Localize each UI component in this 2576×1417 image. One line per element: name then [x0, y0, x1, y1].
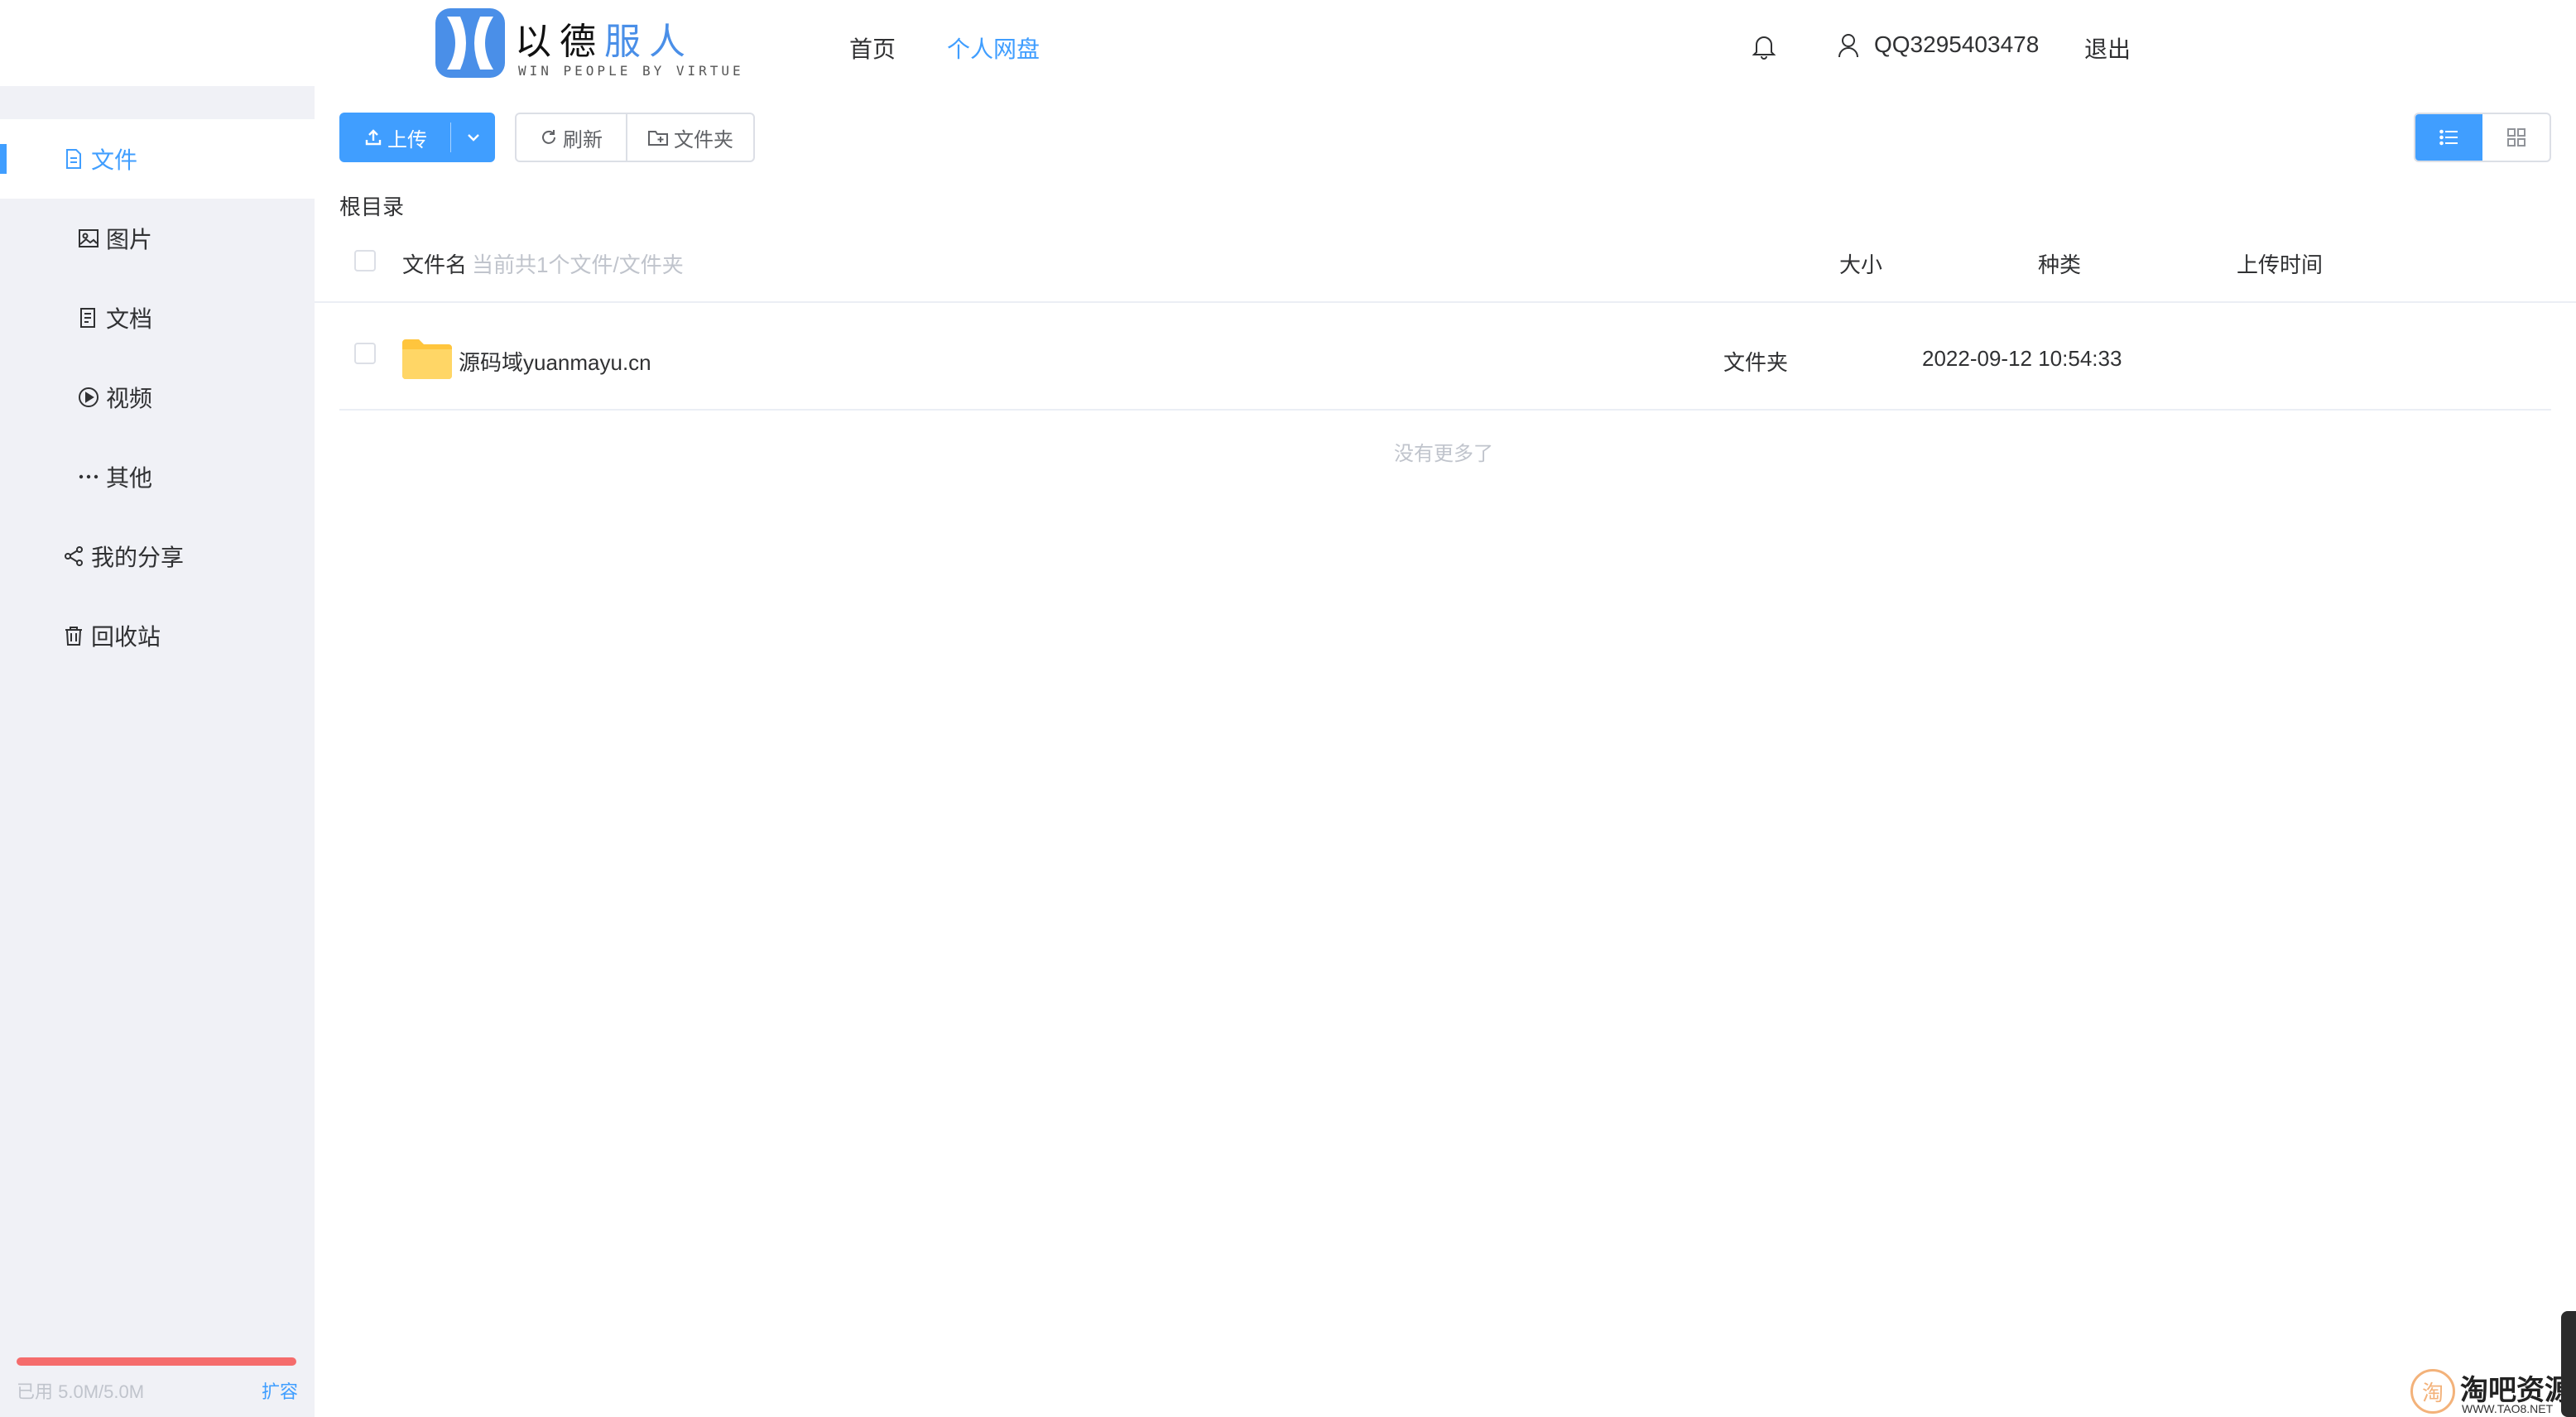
- view-mode-toggle: [2414, 113, 2551, 162]
- new-folder-label: 文件夹: [674, 128, 733, 151]
- column-name-label: 文件名: [402, 252, 468, 277]
- sidebar-item-label: 视频: [106, 386, 153, 411]
- table-header: 文件名 当前共1个文件/文件夹 大小 种类 上传时间: [315, 232, 2576, 303]
- file-count-hint: 当前共1个文件/文件夹: [472, 252, 684, 277]
- no-more-text: 没有更多了: [1394, 443, 1493, 465]
- new-folder-button[interactable]: 文件夹: [627, 114, 753, 161]
- refresh-button[interactable]: 刷新: [517, 114, 627, 161]
- logo-text-en: WIN PEOPLE BY VIRTUE: [518, 63, 744, 79]
- row-file-type: 文件夹: [1723, 350, 1789, 375]
- list-view-button[interactable]: [2415, 114, 2482, 161]
- watermark-url: WWW.TAO8.NET: [2462, 1402, 2554, 1415]
- sidebar-item-documents[interactable]: 文档: [78, 278, 152, 358]
- logo-cn-part2: 服人: [604, 21, 694, 63]
- expand-storage-link[interactable]: 扩容: [262, 1377, 298, 1404]
- file-icon: [66, 149, 81, 169]
- upload-label: 上传: [387, 128, 427, 151]
- grid-icon: [2506, 128, 2526, 147]
- row-upload-time: 2022-09-12 10:54:33: [1922, 346, 2122, 371]
- username[interactable]: QQ3295403478: [1874, 31, 2039, 58]
- row-file-name[interactable]: 源码域yuanmayu.cn: [459, 346, 651, 377]
- upload-button-group: 上传: [339, 113, 495, 162]
- active-indicator: [0, 144, 7, 174]
- sidebar-item-label: 我的分享: [91, 545, 185, 570]
- folder-add-icon: [648, 131, 668, 146]
- sidebar-item-other[interactable]: 其他: [78, 437, 152, 516]
- column-header-name[interactable]: 文件名 当前共1个文件/文件夹: [402, 248, 684, 279]
- user-icon: [1838, 34, 1858, 58]
- share-icon: [65, 546, 83, 566]
- document-icon: [80, 308, 95, 328]
- grid-view-button[interactable]: [2482, 114, 2550, 161]
- column-header-upload-time[interactable]: 上传时间: [2237, 248, 2323, 279]
- logo-mark-icon: [435, 8, 505, 78]
- logo-cn-part1: 以德: [515, 21, 604, 63]
- image-icon: [79, 229, 99, 247]
- more-icon: [79, 474, 99, 479]
- sidebar-item-files[interactable]: 文件: [0, 119, 315, 199]
- top-header: 以德服人 WIN PEOPLE BY VIRTUE 首页 个人网盘 QQ3295…: [0, 0, 2576, 86]
- sidebar-item-label: 回收站: [91, 624, 161, 650]
- upload-dropdown-button[interactable]: [451, 113, 495, 162]
- sidebar: 文件 图片 文档 视频 其他 我的分享 回收站: [0, 86, 315, 1417]
- column-header-type[interactable]: 种类: [2038, 248, 2081, 279]
- logo-text-cn: 以德服人: [515, 12, 694, 65]
- nav-home[interactable]: 首页: [849, 31, 896, 65]
- sidebar-item-videos[interactable]: 视频: [78, 358, 152, 437]
- action-button-group: 刷新 文件夹: [515, 113, 755, 162]
- edge-tab[interactable]: [2561, 1311, 2576, 1417]
- folder-icon: [402, 339, 452, 379]
- storage-usage-text: 已用 5.0M/5.0M: [17, 1381, 145, 1402]
- upload-icon: [365, 129, 382, 146]
- watermark: 淘 淘吧资源 WWW.TAO8.NET: [2409, 1364, 2576, 1417]
- logo[interactable]: 以德服人 WIN PEOPLE BY VIRTUE: [435, 7, 741, 79]
- watermark-logo: 淘: [2410, 1369, 2455, 1414]
- sidebar-item-label: 文档: [106, 306, 153, 332]
- sidebar-item-my-share[interactable]: 我的分享: [63, 516, 184, 596]
- breadcrumb[interactable]: 根目录: [339, 190, 404, 221]
- bell-icon[interactable]: [1752, 33, 1776, 60]
- select-all-checkbox[interactable]: [354, 250, 376, 271]
- table-row[interactable]: 源码域yuanmayu.cn 文件夹 2022-09-12 10:54:33: [339, 305, 2551, 411]
- sidebar-item-label: 其他: [106, 465, 153, 491]
- sidebar-item-images[interactable]: 图片: [78, 199, 152, 278]
- trash-icon: [65, 627, 82, 646]
- logout-link[interactable]: 退出: [2084, 31, 2131, 65]
- storage-usage-bar: [17, 1357, 296, 1366]
- sidebar-item-label: 文件: [91, 147, 138, 173]
- sidebar-item-label: 图片: [106, 227, 153, 252]
- row-checkbox[interactable]: [354, 343, 376, 364]
- chevron-down-icon: [467, 134, 479, 142]
- sidebar-item-recycle-bin[interactable]: 回收站: [63, 596, 161, 675]
- play-icon: [79, 387, 99, 407]
- upload-button[interactable]: 上传: [339, 113, 450, 162]
- column-header-size[interactable]: 大小: [1839, 248, 1882, 279]
- refresh-icon: [542, 130, 555, 144]
- nav-personal-disk[interactable]: 个人网盘: [947, 31, 1040, 65]
- refresh-label: 刷新: [563, 128, 603, 151]
- list-icon: [2439, 129, 2458, 146]
